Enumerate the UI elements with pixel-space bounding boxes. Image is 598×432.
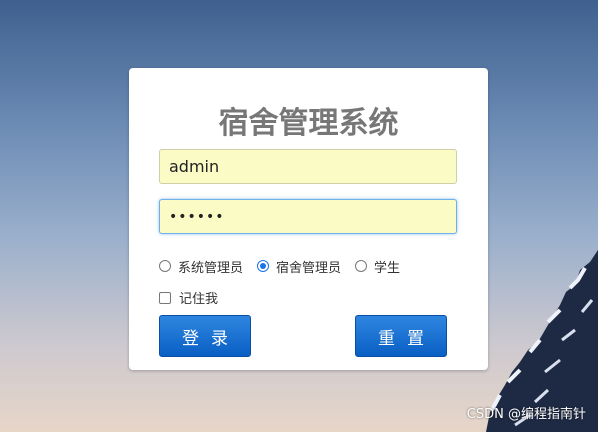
username-input[interactable]	[159, 149, 457, 184]
watermark-text: CSDN @编程指南针	[466, 407, 586, 422]
login-panel: 宿舍管理系统 系统管理员 宿舍管理员 学生 记住我 登录 重置	[129, 68, 488, 370]
radio-checked-icon[interactable]	[257, 260, 270, 272]
page-title: 宿舍管理系统	[218, 106, 399, 141]
role-option-dorm-admin[interactable]: 宿舍管理员	[257, 257, 341, 276]
role-option-student[interactable]: 学生	[355, 257, 400, 276]
password-input[interactable]	[159, 199, 457, 234]
role-label: 系统管理员	[178, 260, 244, 276]
role-option-system-admin[interactable]: 系统管理员	[159, 257, 243, 276]
role-label: 宿舍管理员	[276, 260, 342, 276]
radio-unchecked-icon[interactable]	[355, 260, 368, 272]
reset-button[interactable]: 重置	[355, 315, 447, 357]
radio-unchecked-icon[interactable]	[159, 260, 171, 272]
login-button[interactable]: 登录	[159, 315, 251, 357]
role-radio-group: 系统管理员 宿舍管理员 学生	[159, 257, 414, 276]
remember-me-label: 记住我	[179, 292, 219, 307]
role-label: 学生	[374, 260, 401, 276]
remember-me-option[interactable]: 记住我	[159, 288, 218, 307]
remember-me-checkbox[interactable]	[159, 291, 171, 304]
